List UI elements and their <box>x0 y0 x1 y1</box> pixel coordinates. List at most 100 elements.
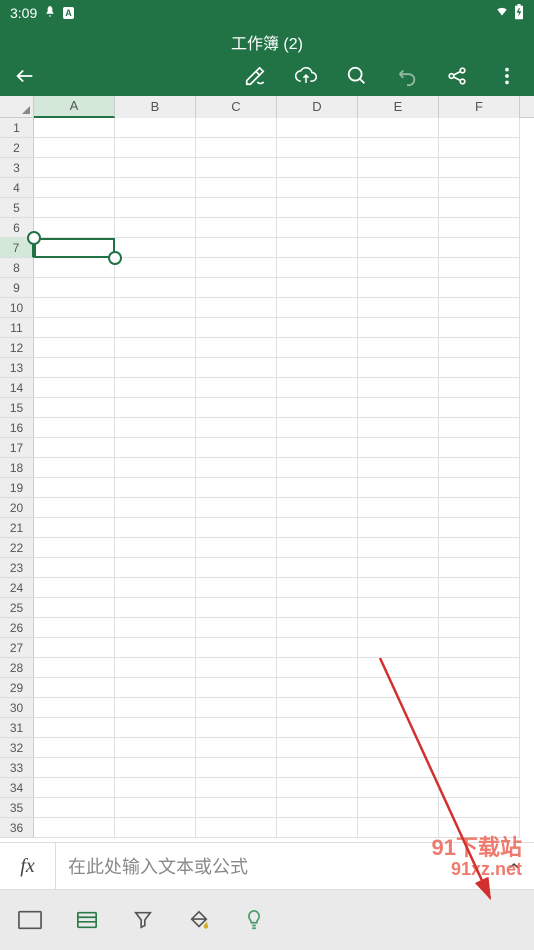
row-header-9[interactable]: 9 <box>0 278 34 298</box>
cell-B25[interactable] <box>115 598 196 618</box>
cell-D24[interactable] <box>277 578 358 598</box>
column-header-F[interactable]: F <box>439 96 520 118</box>
row-header-2[interactable]: 2 <box>0 138 34 158</box>
cell-F13[interactable] <box>439 358 520 378</box>
back-button[interactable] <box>10 65 40 87</box>
cell-E35[interactable] <box>358 798 439 818</box>
undo-icon[interactable] <box>396 65 418 87</box>
cell-C12[interactable] <box>196 338 277 358</box>
cell-D15[interactable] <box>277 398 358 418</box>
cell-A1[interactable] <box>34 118 115 138</box>
cell-C2[interactable] <box>196 138 277 158</box>
cell-A3[interactable] <box>34 158 115 178</box>
row-header-30[interactable]: 30 <box>0 698 34 718</box>
cell-A35[interactable] <box>34 798 115 818</box>
row-header-35[interactable]: 35 <box>0 798 34 818</box>
row-header-11[interactable]: 11 <box>0 318 34 338</box>
cell-B33[interactable] <box>115 758 196 778</box>
cell-A33[interactable] <box>34 758 115 778</box>
cell-A26[interactable] <box>34 618 115 638</box>
cell-F20[interactable] <box>439 498 520 518</box>
cell-F8[interactable] <box>439 258 520 278</box>
row-header-16[interactable]: 16 <box>0 418 34 438</box>
formula-input[interactable]: 在此处输入文本或公式 <box>56 843 494 889</box>
cell-A9[interactable] <box>34 278 115 298</box>
cell-C18[interactable] <box>196 458 277 478</box>
cell-A18[interactable] <box>34 458 115 478</box>
cell-C7[interactable] <box>196 238 277 258</box>
cell-E10[interactable] <box>358 298 439 318</box>
cell-C22[interactable] <box>196 538 277 558</box>
cell-F14[interactable] <box>439 378 520 398</box>
row-header-21[interactable]: 21 <box>0 518 34 538</box>
cell-D34[interactable] <box>277 778 358 798</box>
cell-D19[interactable] <box>277 478 358 498</box>
row-header-36[interactable]: 36 <box>0 818 34 838</box>
cell-D5[interactable] <box>277 198 358 218</box>
cell-F19[interactable] <box>439 478 520 498</box>
cell-A24[interactable] <box>34 578 115 598</box>
sheet-icon[interactable] <box>18 910 42 930</box>
column-header-E[interactable]: E <box>358 96 439 118</box>
cell-C4[interactable] <box>196 178 277 198</box>
cell-B17[interactable] <box>115 438 196 458</box>
cell-C31[interactable] <box>196 718 277 738</box>
cell-A12[interactable] <box>34 338 115 358</box>
cell-F5[interactable] <box>439 198 520 218</box>
cell-E12[interactable] <box>358 338 439 358</box>
cell-F28[interactable] <box>439 658 520 678</box>
cell-F25[interactable] <box>439 598 520 618</box>
cell-D25[interactable] <box>277 598 358 618</box>
cell-A21[interactable] <box>34 518 115 538</box>
cell-B31[interactable] <box>115 718 196 738</box>
cell-F32[interactable] <box>439 738 520 758</box>
row-header-15[interactable]: 15 <box>0 398 34 418</box>
cell-A8[interactable] <box>34 258 115 278</box>
cell-B36[interactable] <box>115 818 196 838</box>
cell-E5[interactable] <box>358 198 439 218</box>
column-header-A[interactable]: A <box>34 96 115 118</box>
cell-C24[interactable] <box>196 578 277 598</box>
row-header-1[interactable]: 1 <box>0 118 34 138</box>
cell-C35[interactable] <box>196 798 277 818</box>
cell-E29[interactable] <box>358 678 439 698</box>
row-header-25[interactable]: 25 <box>0 598 34 618</box>
cloud-upload-icon[interactable] <box>294 65 318 87</box>
row-header-17[interactable]: 17 <box>0 438 34 458</box>
cell-A23[interactable] <box>34 558 115 578</box>
cell-E18[interactable] <box>358 458 439 478</box>
cell-F6[interactable] <box>439 218 520 238</box>
cell-B14[interactable] <box>115 378 196 398</box>
row-header-28[interactable]: 28 <box>0 658 34 678</box>
row-header-4[interactable]: 4 <box>0 178 34 198</box>
pen-icon[interactable] <box>244 65 266 87</box>
cell-E36[interactable] <box>358 818 439 838</box>
row-header-18[interactable]: 18 <box>0 458 34 478</box>
cell-A20[interactable] <box>34 498 115 518</box>
cell-E21[interactable] <box>358 518 439 538</box>
cell-C28[interactable] <box>196 658 277 678</box>
card-view-icon[interactable] <box>76 910 98 930</box>
chevron-up-icon[interactable] <box>494 858 534 874</box>
cell-B18[interactable] <box>115 458 196 478</box>
cell-D36[interactable] <box>277 818 358 838</box>
cell-F4[interactable] <box>439 178 520 198</box>
cell-E3[interactable] <box>358 158 439 178</box>
cell-C14[interactable] <box>196 378 277 398</box>
cell-F10[interactable] <box>439 298 520 318</box>
cell-D12[interactable] <box>277 338 358 358</box>
cell-F22[interactable] <box>439 538 520 558</box>
cell-D11[interactable] <box>277 318 358 338</box>
cell-E32[interactable] <box>358 738 439 758</box>
cell-F17[interactable] <box>439 438 520 458</box>
row-header-10[interactable]: 10 <box>0 298 34 318</box>
cell-A2[interactable] <box>34 138 115 158</box>
cell-C8[interactable] <box>196 258 277 278</box>
cell-F27[interactable] <box>439 638 520 658</box>
cell-E27[interactable] <box>358 638 439 658</box>
cell-E9[interactable] <box>358 278 439 298</box>
cell-B20[interactable] <box>115 498 196 518</box>
row-header-31[interactable]: 31 <box>0 718 34 738</box>
cell-E26[interactable] <box>358 618 439 638</box>
row-header-22[interactable]: 22 <box>0 538 34 558</box>
